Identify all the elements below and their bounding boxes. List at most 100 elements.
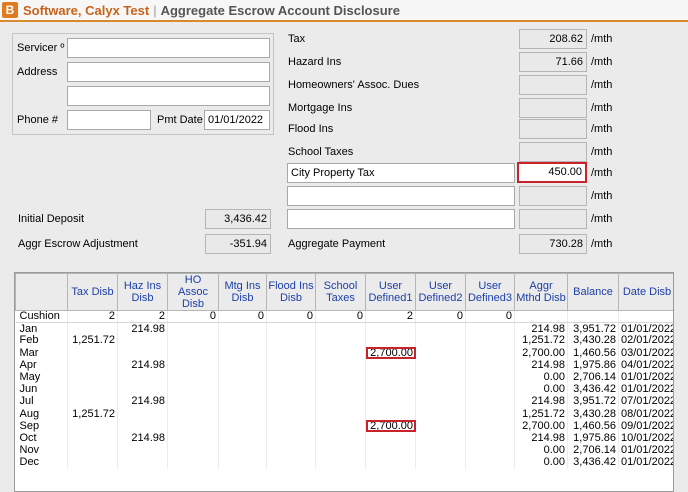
grid-cell[interactable] (167, 371, 219, 384)
grid-cell[interactable] (218, 395, 267, 408)
grid-cell[interactable] (415, 408, 466, 421)
grid-cell[interactable] (67, 420, 118, 433)
grid-cell[interactable] (67, 395, 118, 408)
grid-cell[interactable] (218, 383, 267, 396)
grid-cell[interactable] (415, 383, 466, 396)
grid-cell[interactable] (117, 334, 168, 348)
table-row[interactable]: Sep 2,700.00 2,700.00 1,460.56 09/01/2022 (15, 420, 673, 433)
table-row[interactable]: Oct 214.98 214.98 1,975.86 10/01/2022 (15, 432, 673, 445)
grid-cell[interactable] (365, 432, 416, 445)
grid-cell[interactable] (365, 322, 416, 335)
grid-cell[interactable]: 03/01/2022 (618, 347, 673, 360)
table-row[interactable]: Aug 1,251.72 1,251.72 3,430.28 08/01/2022 (15, 408, 673, 421)
grid-cell[interactable] (315, 420, 366, 433)
grid-cell[interactable] (465, 322, 515, 335)
row-label-cell[interactable]: Apr (15, 359, 68, 372)
grid-cell[interactable] (218, 456, 267, 469)
grid-cell[interactable] (315, 408, 366, 421)
grid-cell[interactable] (167, 359, 219, 372)
table-row[interactable]: Jul 214.98 214.98 3,951.72 07/01/2022 (15, 395, 673, 408)
table-row[interactable]: Nov 0.00 2,706.14 01/01/2022 (15, 444, 673, 457)
table-row[interactable]: Jan 214.98 214.98 3,951.72 01/01/2022 (15, 322, 673, 335)
grid-cell[interactable] (218, 444, 267, 457)
grid-cell[interactable] (315, 322, 366, 335)
grid-cell[interactable] (315, 444, 366, 457)
column-header-0[interactable] (15, 273, 68, 311)
row-label-cell[interactable]: Jun (15, 383, 68, 396)
grid-cell[interactable]: 1,460.56 (567, 347, 619, 360)
grid-cell[interactable] (465, 383, 515, 396)
grid-cell[interactable]: 01/01/2022 (618, 456, 673, 469)
grid-cell[interactable]: 3,430.28 (567, 334, 619, 348)
grid-cell[interactable] (266, 395, 316, 408)
grid-cell[interactable] (567, 310, 619, 324)
row-label-cell[interactable]: Sep (15, 420, 68, 433)
grid-cell[interactable]: 214.98 (514, 322, 568, 335)
grid-cell[interactable]: 0 (465, 310, 515, 324)
grid-cell[interactable] (266, 322, 316, 335)
grid-cell[interactable]: 10/01/2022 (618, 432, 673, 445)
grid-cell[interactable]: 214.98 (514, 432, 568, 445)
grid-cell[interactable]: 01/01/2022 (618, 383, 673, 396)
grid-cell[interactable]: 09/01/2022 (618, 420, 673, 433)
grid-cell[interactable] (266, 432, 316, 445)
grid-cell[interactable]: 0.00 (514, 383, 568, 396)
row-label-cell[interactable]: Dec (15, 456, 68, 469)
grid-cell[interactable]: 01/01/2022 (618, 322, 673, 335)
grid-cell[interactable] (266, 347, 316, 360)
grid-cell[interactable]: 2,700.00 (514, 420, 568, 433)
row-label-cell[interactable]: Jan (15, 322, 68, 335)
grid-cell[interactable] (465, 359, 515, 372)
grid-cell[interactable]: 1,251.72 (514, 408, 568, 421)
grid-cell[interactable] (218, 359, 267, 372)
grid-cell[interactable]: 0 (218, 310, 267, 324)
column-header-4[interactable]: Mtg Ins Disb (218, 273, 267, 311)
grid-cell[interactable] (415, 444, 466, 457)
grid-cell[interactable] (415, 420, 466, 433)
user-defined2-name-input[interactable] (287, 186, 515, 206)
table-row[interactable]: Feb 1,251.72 1,251.72 3,430.28 02/01/2022 (15, 334, 673, 348)
grid-cell[interactable]: 07/01/2022 (618, 395, 673, 408)
grid-cell[interactable] (117, 444, 168, 457)
grid-cell[interactable]: 04/01/2022 (618, 359, 673, 372)
grid-cell[interactable]: 1,251.72 (67, 408, 118, 421)
grid-cell[interactable]: 2,706.14 (567, 371, 619, 384)
user-defined3-name-input[interactable] (287, 209, 515, 229)
row-label-cell[interactable]: Oct (15, 432, 68, 445)
grid-cell[interactable] (167, 420, 219, 433)
table-row[interactable]: Apr 214.98 214.98 1,975.86 04/01/2022 (15, 359, 673, 372)
grid-cell[interactable] (465, 347, 515, 360)
grid-cell[interactable] (67, 347, 118, 360)
grid-cell[interactable]: 0 (266, 310, 316, 324)
grid-cell[interactable]: 0 (315, 310, 366, 324)
grid-cell[interactable] (67, 322, 118, 335)
grid-cell[interactable] (315, 371, 366, 384)
grid-cell[interactable] (218, 334, 267, 348)
grid-cell[interactable] (415, 334, 466, 348)
grid-cell[interactable] (218, 322, 267, 335)
user-defined1-amount-input[interactable]: 450.00 (517, 162, 587, 183)
grid-cell[interactable]: 214.98 (514, 395, 568, 408)
grid-cell[interactable] (465, 395, 515, 408)
user-defined1-name-input[interactable]: City Property Tax (287, 163, 515, 183)
grid-cell[interactable] (315, 334, 366, 348)
grid-cell[interactable]: 3,951.72 (567, 395, 619, 408)
grid-cell[interactable] (218, 371, 267, 384)
column-header-5[interactable]: Flood Ins Disb (266, 273, 316, 311)
row-label-cell[interactable]: Cushion (15, 310, 68, 324)
grid-cell[interactable] (117, 456, 168, 469)
grid-cell[interactable] (67, 444, 118, 457)
grid-cell[interactable] (167, 322, 219, 335)
grid-cell[interactable] (218, 408, 267, 421)
grid-cell[interactable]: 1,975.86 (567, 432, 619, 445)
grid-cell[interactable] (415, 432, 466, 445)
grid-cell[interactable] (117, 371, 168, 384)
grid-cell[interactable] (415, 347, 466, 360)
grid-cell[interactable] (315, 383, 366, 396)
grid-cell[interactable]: 1,460.56 (567, 420, 619, 433)
cushion-row[interactable]: Cushion 2 2 0 0 0 0 2 0 0 (15, 310, 673, 324)
grid-cell[interactable] (167, 395, 219, 408)
grid-cell[interactable]: 08/01/2022 (618, 408, 673, 421)
grid-cell[interactable] (266, 456, 316, 469)
phone-input[interactable] (67, 110, 151, 130)
